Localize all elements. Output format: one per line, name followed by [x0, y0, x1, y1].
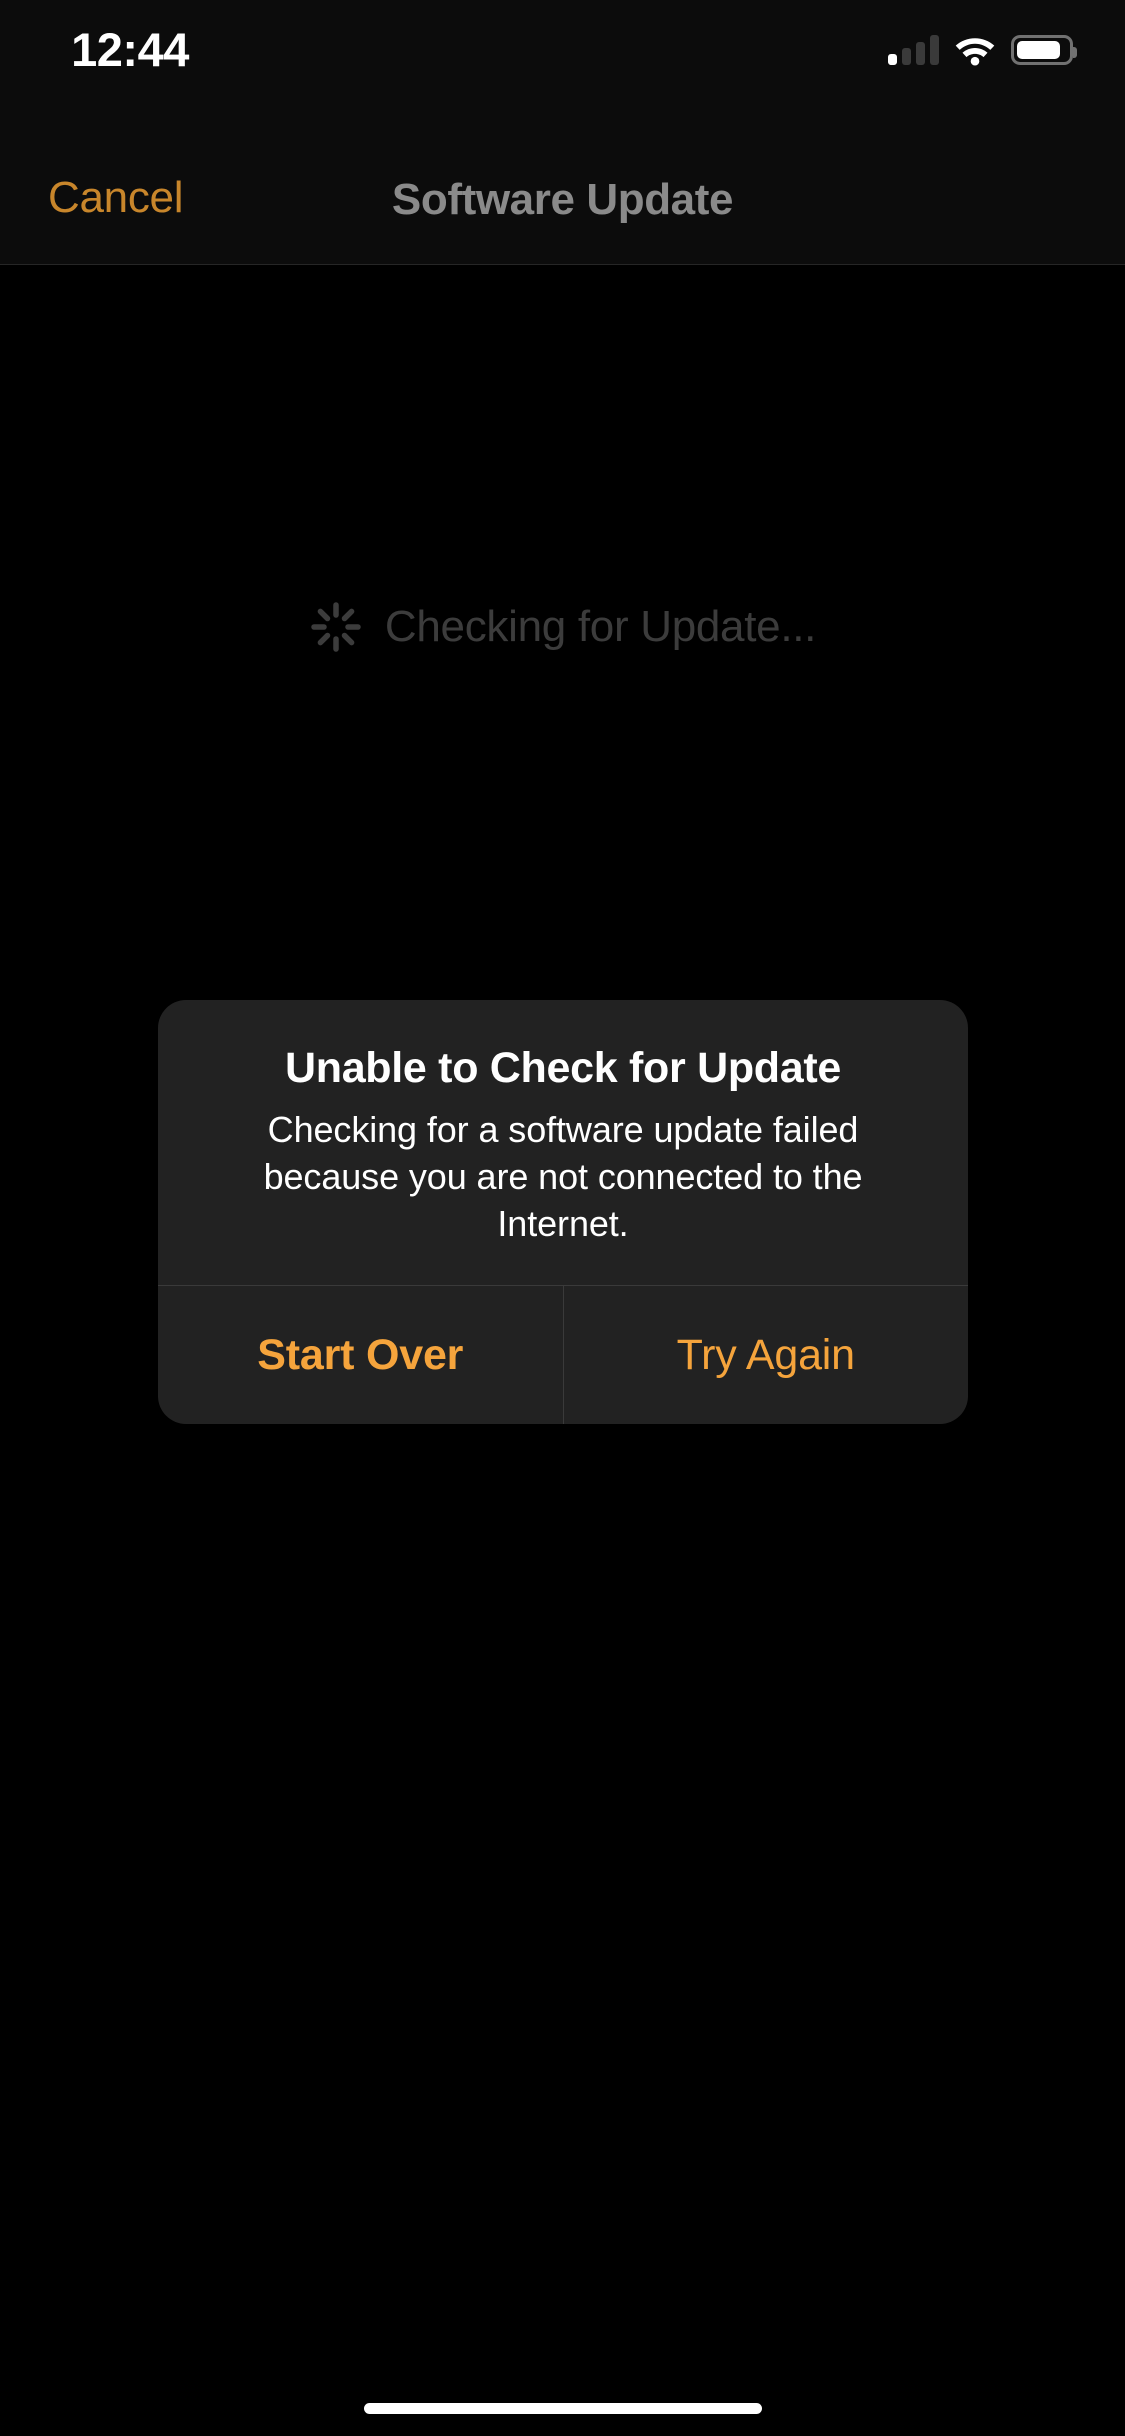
status-bar-indicators: [888, 30, 1077, 70]
start-over-button[interactable]: Start Over: [158, 1286, 563, 1424]
alert-title: Unable to Check for Update: [284, 1044, 842, 1092]
alert-message: Checking for a software update failed be…: [263, 1109, 863, 1244]
alert-body: Unable to Check for Update Checking for …: [158, 1000, 968, 1285]
alert-actions: Start Over Try Again: [158, 1285, 968, 1424]
home-indicator[interactable]: [363, 2403, 762, 2414]
alert-dialog: Unable to Check for Update Checking for …: [158, 1000, 968, 1424]
activity-spinner-icon: [309, 600, 363, 654]
try-again-button[interactable]: Try Again: [564, 1286, 969, 1424]
wifi-icon: [953, 34, 997, 66]
signal-bars-icon: [888, 35, 939, 65]
checking-status-label: Checking for Update...: [384, 602, 817, 651]
page-title: Software Update: [391, 175, 734, 224]
status-bar: 12:44: [0, 0, 1125, 132]
battery-icon: [1011, 35, 1077, 65]
checking-status-row: Checking for Update...: [0, 600, 1125, 654]
status-bar-time: 12:44: [71, 23, 189, 76]
navigation-bar: Cancel Software Update: [0, 132, 1125, 265]
